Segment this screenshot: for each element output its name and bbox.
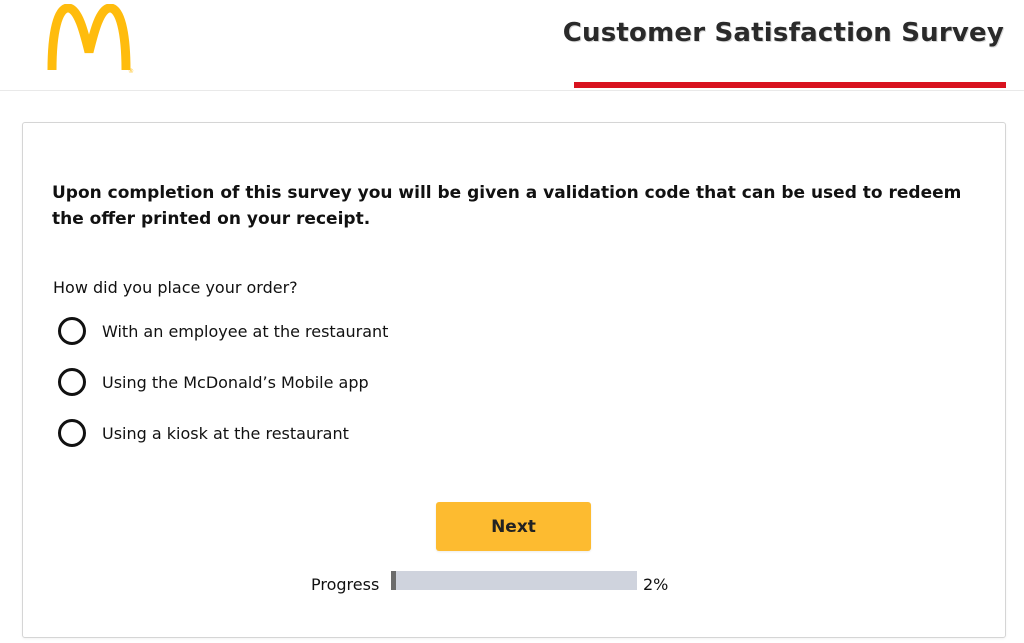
question-text: How did you place your order?: [53, 278, 298, 297]
radio-button[interactable]: [58, 368, 86, 396]
option-label: With an employee at the restaurant: [102, 321, 389, 341]
progress-bar-fill: [391, 571, 396, 590]
page-title: Customer Satisfaction Survey: [562, 18, 1004, 48]
next-button[interactable]: Next: [436, 502, 591, 551]
page-header: ® Customer Satisfaction Survey: [0, 0, 1024, 91]
progress-label: Progress: [311, 575, 380, 594]
radio-button[interactable]: [58, 419, 86, 447]
radio-button[interactable]: [58, 317, 86, 345]
option-employee[interactable]: With an employee at the restaurant: [58, 313, 388, 349]
survey-intro-text: Upon completion of this survey you will …: [52, 183, 962, 229]
option-mobile-app[interactable]: Using the McDonald’s Mobile app: [58, 364, 369, 400]
option-label: Using a kiosk at the restaurant: [102, 423, 349, 443]
option-kiosk[interactable]: Using a kiosk at the restaurant: [58, 415, 349, 451]
option-label: Using the McDonald’s Mobile app: [102, 372, 369, 392]
title-underline: [574, 82, 1006, 88]
svg-text:®: ®: [128, 68, 134, 74]
progress-value: 2%: [643, 575, 669, 594]
mcdonalds-logo-icon: ®: [47, 4, 134, 74]
progress-bar: [391, 571, 637, 590]
